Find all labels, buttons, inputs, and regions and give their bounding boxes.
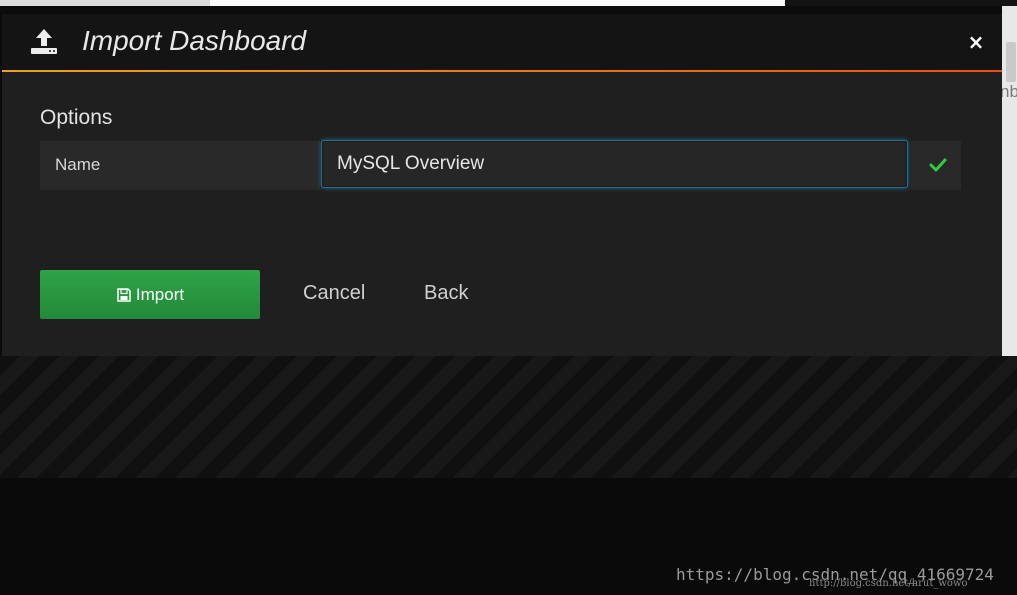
name-field-label: Name bbox=[40, 141, 320, 190]
import-button[interactable]: Import bbox=[40, 270, 260, 319]
cancel-button[interactable]: Cancel bbox=[303, 282, 365, 305]
close-icon[interactable]: × bbox=[964, 30, 988, 54]
modal-header: Import Dashboard × bbox=[2, 14, 1002, 72]
options-section-title: Options bbox=[40, 106, 113, 129]
import-dashboard-modal: Import Dashboard × Options Name Import C… bbox=[2, 14, 1002, 356]
background-stripes bbox=[0, 356, 1017, 478]
background-text-fragment: nb bbox=[1000, 82, 1017, 101]
scrollbar-fragment bbox=[1006, 42, 1016, 82]
dashboard-name-input[interactable] bbox=[321, 140, 908, 188]
import-button-label: Import bbox=[135, 284, 185, 304]
back-button[interactable]: Back bbox=[424, 282, 468, 305]
check-icon bbox=[929, 158, 947, 172]
upload-icon bbox=[31, 29, 57, 54]
name-valid-indicator bbox=[911, 141, 961, 190]
browser-top-strip bbox=[0, 0, 1017, 6]
save-icon bbox=[117, 287, 131, 302]
modal-title: Import Dashboard bbox=[82, 25, 307, 56]
watermark-small-text: http://blog.csdn.net/hrut_wowo bbox=[809, 578, 968, 589]
background-panel-edge: nb bbox=[1000, 6, 1017, 361]
